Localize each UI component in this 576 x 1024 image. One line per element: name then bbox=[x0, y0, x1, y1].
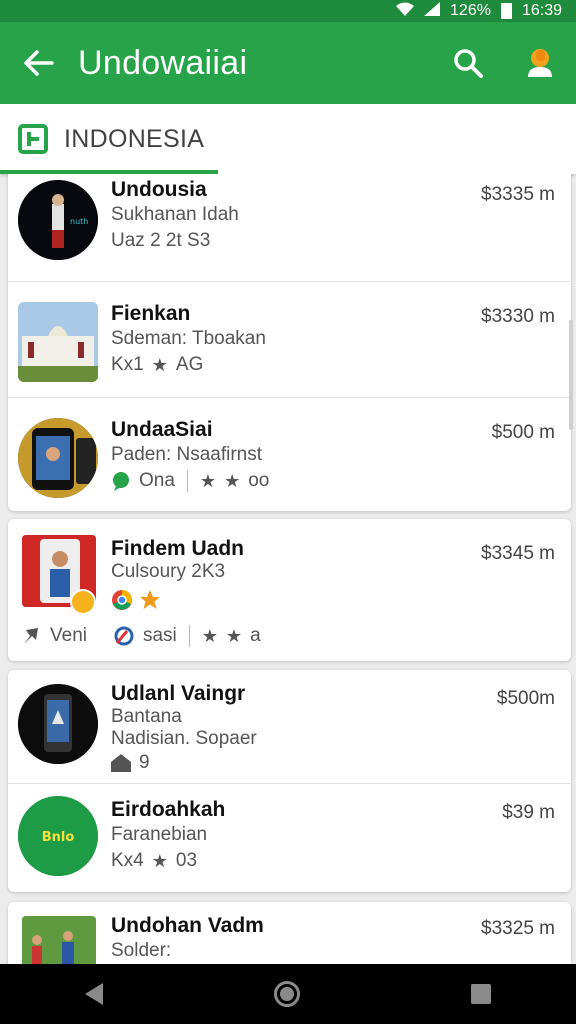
list-item[interactable]: Bnlo Eirdoahkah Faranebian Kx4 ★ 03 $39 … bbox=[8, 784, 571, 892]
list-card: Findem Uadn Culsoury 2K3 Veni sasi ★ ★ a… bbox=[8, 519, 571, 661]
item-meta: Kx4 ★ 03 bbox=[111, 850, 197, 872]
signal-icon bbox=[424, 1, 441, 21]
meta-value: 9 bbox=[139, 752, 150, 773]
item-price: $3345 m bbox=[481, 543, 555, 564]
wifi-icon bbox=[396, 2, 415, 21]
footer-value: sasi bbox=[142, 625, 177, 646]
chrome-icon bbox=[112, 590, 132, 610]
item-price: $3335 m bbox=[481, 184, 555, 205]
app-bar: Undowaiiai bbox=[0, 22, 576, 104]
item-subtitle: Faranebian bbox=[111, 824, 208, 845]
meta-value: 03 bbox=[175, 850, 198, 871]
page-title: Undowaiiai bbox=[78, 43, 248, 82]
account-button[interactable] bbox=[504, 47, 576, 79]
item-thumbnail bbox=[18, 302, 98, 382]
item-name: Findem Uadn bbox=[111, 537, 245, 560]
star-icon: ★ bbox=[199, 470, 217, 491]
list-item[interactable]: Udlanl Vaingr Bantana Nadisian. Sopaer 9… bbox=[8, 670, 571, 784]
item-meta: Uaz 2 2t S3 bbox=[111, 230, 211, 251]
list-item[interactable]: nuth Undousia Sukhanan Idah Uaz 2 2t S3 … bbox=[8, 174, 571, 282]
meta-label: Ona bbox=[139, 470, 175, 491]
star-icon: ★ bbox=[224, 470, 241, 491]
list-item[interactable]: Findem Uadn Culsoury 2K3 Veni sasi ★ ★ a… bbox=[8, 519, 571, 661]
system-nav-bar bbox=[0, 964, 576, 1024]
circle-badge-icon bbox=[70, 589, 96, 615]
item-meta: Kx1 ★ AG bbox=[111, 354, 203, 376]
svg-text:nuth: nuth bbox=[70, 217, 88, 226]
item-subtitle: Sdeman: Tboakan bbox=[111, 328, 266, 349]
list-item[interactable]: UndaaSiai Paden: Nsaafirnst Ona ★ ★ oo $… bbox=[8, 398, 571, 511]
nav-home-icon[interactable] bbox=[273, 981, 300, 1007]
item-name: Undousia bbox=[111, 178, 207, 201]
divider bbox=[188, 625, 190, 647]
item-name: UndaaSiai bbox=[111, 418, 213, 441]
list-card: Udlanl Vaingr Bantana Nadisian. Sopaer 9… bbox=[8, 670, 571, 892]
svg-text:Bnlo: Bnlo bbox=[42, 830, 75, 845]
footer-label: Veni bbox=[50, 625, 87, 646]
item-price: $3325 m bbox=[481, 918, 555, 939]
item-name: Fienkan bbox=[111, 302, 191, 325]
item-price: $39 m bbox=[502, 802, 555, 823]
scrollbar[interactable] bbox=[569, 320, 573, 430]
meta-value: AG bbox=[175, 354, 204, 375]
item-thumbnail: Bnlo bbox=[18, 796, 98, 876]
tab-bar: INDONESIA bbox=[0, 104, 576, 174]
item-name: Undohan Vadm bbox=[111, 914, 264, 937]
list-card: nuth Undousia Sukhanan Idah Uaz 2 2t S3 … bbox=[8, 174, 571, 511]
item-thumbnail bbox=[22, 916, 96, 964]
nav-recents-icon[interactable] bbox=[470, 984, 491, 1004]
item-name: Eirdoahkah bbox=[111, 798, 226, 821]
tab-indonesia[interactable]: INDONESIA bbox=[0, 104, 219, 174]
badge-star-icon bbox=[140, 590, 160, 609]
arrow-back-icon bbox=[24, 50, 54, 76]
tab-label: INDONESIA bbox=[64, 124, 205, 153]
back-button[interactable] bbox=[0, 50, 78, 76]
item-subtitle: Paden: Nsaafirnst bbox=[111, 444, 263, 465]
item-thumbnail bbox=[18, 418, 98, 498]
search-button[interactable] bbox=[432, 48, 504, 78]
list-item[interactable]: Undohan Vadm Solder: $3325 m bbox=[8, 902, 571, 964]
divider bbox=[186, 470, 188, 492]
pin-icon bbox=[24, 628, 38, 644]
home-icon bbox=[111, 754, 131, 772]
item-subtitle: Culsoury 2K3 bbox=[111, 561, 226, 582]
star-icon: ★ bbox=[151, 354, 168, 375]
item-thumbnail: nuth bbox=[18, 180, 98, 260]
star-icon: ★ bbox=[225, 625, 243, 646]
nav-back-icon[interactable] bbox=[85, 983, 104, 1005]
battery-percent: 126% bbox=[450, 2, 491, 19]
item-price: $500m bbox=[496, 688, 555, 709]
star-icon: ★ bbox=[151, 850, 168, 871]
item-meta: 9 bbox=[111, 752, 150, 774]
footer-rating: a bbox=[250, 625, 261, 646]
item-price: $500 m bbox=[491, 422, 555, 443]
meta-code: Kx1 bbox=[111, 354, 144, 375]
item-price: $3330 m bbox=[481, 306, 555, 327]
clock: 16:39 bbox=[521, 2, 562, 19]
search-icon bbox=[454, 49, 483, 78]
refresh-icon bbox=[114, 626, 134, 646]
item-subtitle-2: Nadisian. Sopaer bbox=[111, 728, 257, 749]
list-card: Undohan Vadm Solder: $3325 m bbox=[8, 902, 571, 964]
item-meta: Ona ★ ★ oo bbox=[111, 470, 269, 492]
calendar-icon bbox=[18, 124, 48, 154]
status-bar: 126% 16:39 bbox=[0, 0, 576, 22]
item-thumbnail bbox=[18, 684, 98, 764]
person-icon bbox=[528, 49, 552, 77]
meta-value: oo bbox=[248, 470, 270, 491]
star-icon: ★ bbox=[201, 625, 218, 646]
item-subtitle: Solder: bbox=[111, 940, 172, 961]
list-item[interactable]: Fienkan Sdeman: Tboakan Kx1 ★ AG $3330 m bbox=[8, 282, 571, 398]
item-footer: Veni sasi ★ ★ a bbox=[22, 625, 261, 647]
badge-row bbox=[111, 589, 161, 611]
item-subtitle: Bantana bbox=[111, 706, 182, 727]
item-subtitle: Sukhanan Idah bbox=[111, 204, 239, 225]
battery-icon bbox=[500, 3, 512, 19]
meta-code: Kx4 bbox=[111, 850, 144, 871]
item-name: Udlanl Vaingr bbox=[111, 682, 246, 705]
chat-icon bbox=[113, 472, 129, 491]
content-list[interactable]: nuth Undousia Sukhanan Idah Uaz 2 2t S3 … bbox=[0, 174, 576, 964]
